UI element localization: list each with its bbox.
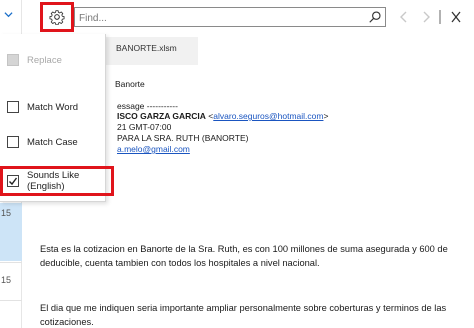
- option-match-word[interactable]: Match Word: [0, 93, 106, 121]
- close-icon[interactable]: [450, 10, 462, 24]
- cc-line: a.melo@gmail.com: [117, 144, 190, 154]
- find-options-button[interactable]: [40, 2, 74, 32]
- find-options-menu: Replace Match Word Match Case Sounds Lik…: [0, 34, 114, 202]
- find-input[interactable]: [75, 9, 355, 28]
- find-field[interactable]: [74, 7, 386, 28]
- attachment-tile[interactable]: BANORTE.xlsm: [104, 37, 198, 65]
- checkmark-icon: [9, 177, 18, 186]
- option-label: Match Case: [27, 136, 78, 148]
- from-line: ISCO GARZA GARCIA <alvaro.seguros@hotmai…: [117, 111, 329, 121]
- original-message-divider: essage -----------: [117, 101, 178, 111]
- gear-icon: [49, 10, 65, 25]
- attachment-name: BANORTE.xlsm: [116, 43, 177, 53]
- previous-result-icon[interactable]: [398, 10, 410, 24]
- email-body-paragraph: El dia que me indiquen seria importante …: [40, 303, 447, 327]
- match-word-checkbox[interactable]: [7, 101, 19, 113]
- subject-fragment: Banorte: [115, 79, 145, 89]
- email-body-paragraph: Esta es la cotizacion en Banorte de la S…: [40, 244, 448, 268]
- sounds-like-checkbox[interactable]: [7, 175, 19, 187]
- option-match-case[interactable]: Match Case: [0, 128, 106, 156]
- message-date: 15: [1, 208, 12, 218]
- cc-email-link[interactable]: a.melo@gmail.com: [117, 144, 190, 154]
- sent-line: 21 GMT-07:00: [117, 122, 172, 132]
- option-replace: Replace: [0, 46, 106, 74]
- from-name: ISCO GARZA GARCIA: [117, 111, 206, 121]
- find-toolbar: [22, 0, 474, 34]
- option-label: Replace: [27, 54, 62, 66]
- chevron-down-icon[interactable]: [4, 10, 13, 19]
- match-case-checkbox[interactable]: [7, 136, 19, 148]
- list-divider: [0, 300, 22, 301]
- list-divider: [0, 262, 22, 263]
- option-label: Sounds Like (English): [27, 170, 80, 192]
- toolbar-separator: [439, 10, 441, 24]
- to-line: PARA LA SRA. RUTH (BANORTE): [117, 133, 249, 143]
- message-date: 15: [1, 275, 12, 285]
- next-result-icon[interactable]: [420, 10, 432, 24]
- option-sounds-like[interactable]: Sounds Like (English): [0, 166, 114, 196]
- from-email-link[interactable]: alvaro.seguros@hotmail.com: [213, 111, 323, 121]
- search-icon[interactable]: [368, 10, 382, 24]
- option-label: Match Word: [27, 101, 79, 113]
- replace-checkbox: [7, 54, 19, 66]
